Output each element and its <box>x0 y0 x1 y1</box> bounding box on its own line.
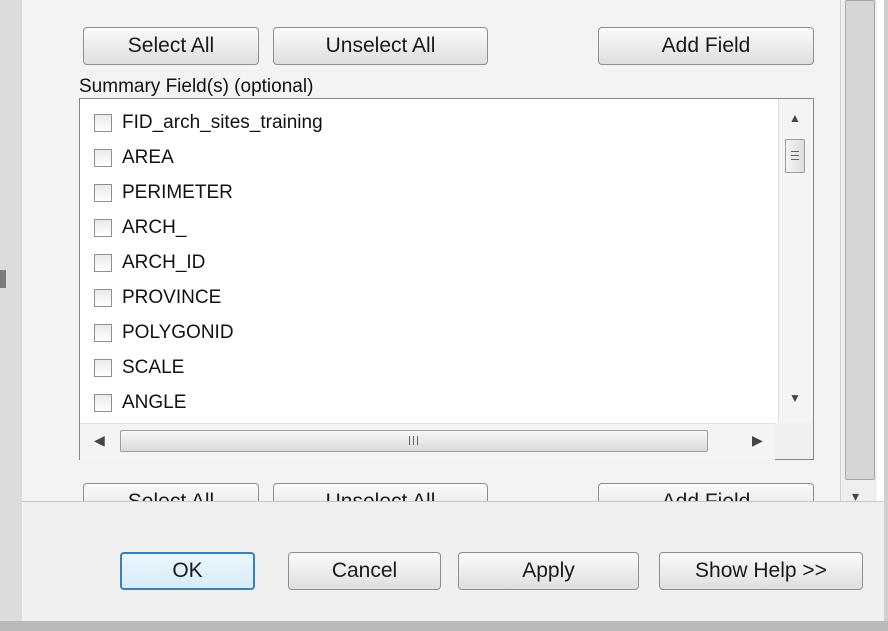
list-horizontal-scrollbar[interactable]: ◀ ▶ <box>80 423 775 460</box>
list-vertical-scrollbar[interactable]: ▲ ▼ <box>778 99 813 423</box>
list-item[interactable]: ARCH_ <box>94 210 186 246</box>
list-item[interactable]: SCALE <box>94 350 184 386</box>
field-checkbox[interactable] <box>94 359 112 377</box>
dialog-left-edge <box>0 0 23 631</box>
field-checkbox[interactable] <box>94 394 112 412</box>
field-label: ARCH_ID <box>122 252 206 273</box>
field-label: SCALE <box>122 357 185 378</box>
ok-button[interactable]: OK <box>120 552 255 590</box>
dialog-bottom-edge <box>0 621 888 631</box>
field-checkbox[interactable] <box>94 219 112 237</box>
scroll-up-arrow-icon[interactable]: ▲ <box>789 111 801 125</box>
list-item[interactable]: POLYGONID <box>94 315 234 351</box>
field-checkbox[interactable] <box>94 289 112 307</box>
scroll-down-arrow-icon[interactable]: ▼ <box>789 391 801 405</box>
panel-scroll-thumb[interactable] <box>845 0 875 480</box>
dialog-right-edge <box>884 0 888 631</box>
horizontal-scroll-thumb[interactable] <box>120 430 708 452</box>
select-all-button-top[interactable]: Select All <box>83 27 259 65</box>
tool-dialog: Select All Unselect All Add Field Summar… <box>0 0 888 631</box>
field-checkbox[interactable] <box>94 324 112 342</box>
field-label: ANGLE <box>122 392 187 413</box>
apply-button[interactable]: Apply <box>458 552 639 590</box>
summary-fields-listbox[interactable]: FID_arch_sites_training AREA PERIMETER A… <box>79 98 814 460</box>
resize-grip[interactable] <box>0 270 6 288</box>
thumb-grip-icon <box>409 436 410 445</box>
scroll-right-arrow-icon[interactable]: ▶ <box>752 432 763 449</box>
thumb-grip-icon <box>791 151 799 152</box>
summary-fields-label: Summary Field(s) (optional) <box>79 76 314 97</box>
field-label: PERIMETER <box>122 182 233 203</box>
field-label: ARCH_ <box>122 217 187 238</box>
list-item[interactable]: PERIMETER <box>94 175 233 211</box>
list-item[interactable]: FID_arch_sites_training <box>94 105 323 141</box>
scrollbar-corner <box>775 423 813 459</box>
list-item[interactable]: AREA <box>94 140 174 176</box>
field-checkbox[interactable] <box>94 184 112 202</box>
field-checkbox[interactable] <box>94 254 112 272</box>
list-item[interactable]: ANGLE <box>94 385 186 421</box>
scroll-left-arrow-icon[interactable]: ◀ <box>94 432 105 449</box>
field-label: PROVINCE <box>122 287 222 308</box>
add-field-button-top[interactable]: Add Field <box>598 27 814 65</box>
vertical-scroll-thumb[interactable] <box>785 139 805 173</box>
field-checkbox[interactable] <box>94 114 112 132</box>
field-label: FID_arch_sites_training <box>122 112 323 133</box>
summary-fields-items: FID_arch_sites_training AREA PERIMETER A… <box>80 99 775 423</box>
list-item[interactable]: PROVINCE <box>94 280 221 316</box>
field-label: POLYGONID <box>122 322 234 343</box>
list-item[interactable]: ARCH_ID <box>94 245 205 281</box>
field-label: AREA <box>122 147 174 168</box>
field-checkbox[interactable] <box>94 149 112 167</box>
panel-vertical-scrollbar[interactable]: ▾ <box>840 0 877 504</box>
cancel-button[interactable]: Cancel <box>288 552 441 590</box>
unselect-all-button-top[interactable]: Unselect All <box>273 27 488 65</box>
show-help-button[interactable]: Show Help >> <box>659 552 863 590</box>
